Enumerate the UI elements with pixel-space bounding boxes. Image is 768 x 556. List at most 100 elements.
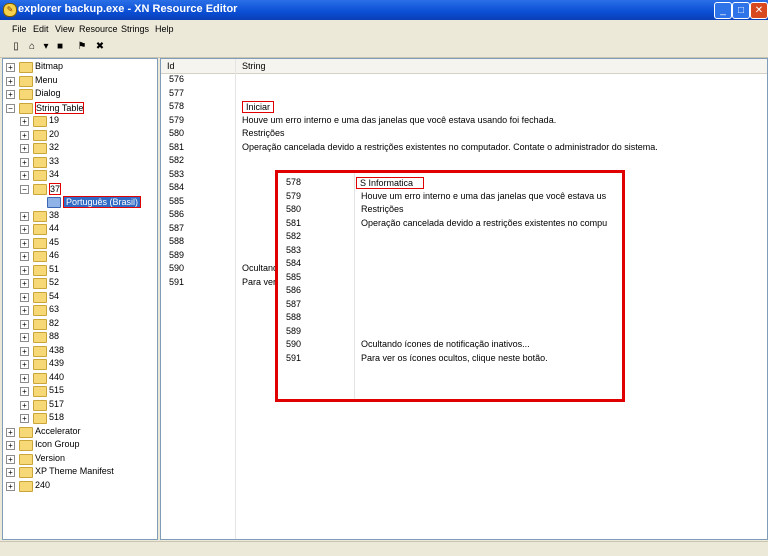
expand-icon[interactable]: + (20, 279, 29, 288)
expand-icon[interactable]: + (20, 130, 29, 140)
menu-help[interactable]: Help (155, 24, 174, 34)
tree-item-string-32[interactable]: +32 (3, 142, 153, 155)
collapse-icon[interactable]: − (6, 103, 15, 113)
expand-icon[interactable]: + (6, 481, 15, 491)
expand-icon[interactable]: + (20, 306, 29, 315)
list-row[interactable]: 578 Iniciar (161, 101, 761, 114)
expand-icon[interactable]: + (20, 292, 29, 302)
folder-icon (19, 467, 33, 478)
expand-icon[interactable]: + (20, 333, 29, 342)
tree-item-version[interactable]: + Version (3, 453, 153, 466)
add-resource-icon[interactable]: ⚑ (76, 41, 88, 53)
row-string: Restrições (242, 128, 285, 138)
tree-item-label: 52 (49, 277, 60, 287)
tree-item-string-518[interactable]: +518 (3, 412, 153, 425)
callout-row-id: 589 (286, 325, 302, 336)
tree-item-string-517[interactable]: +517 (3, 399, 153, 412)
row-id: 585 (169, 195, 185, 206)
list-row[interactable]: 576 (161, 74, 761, 87)
close-button[interactable]: ✕ (750, 2, 768, 19)
tree-item-string-44[interactable]: +44 (3, 223, 153, 236)
tree-item-string-45[interactable]: +45 (3, 237, 153, 250)
new-file-icon[interactable]: ▯ (10, 41, 22, 53)
tree-item-accelerator[interactable]: + Accelerator (3, 426, 153, 439)
tree-item-string-439[interactable]: +439 (3, 358, 153, 371)
expand-icon[interactable]: + (6, 76, 15, 86)
tree-item-string-table[interactable]: − String Table (3, 101, 153, 115)
collapse-icon[interactable]: − (20, 184, 29, 194)
expand-icon[interactable]: + (6, 454, 15, 464)
open-folder-icon[interactable]: ⌂ (26, 41, 38, 53)
tree-item-label: XP Theme Manifest (35, 466, 114, 476)
tree-item-string-54[interactable]: +54 (3, 291, 153, 304)
list-row[interactable]: 580 Restrições (161, 128, 761, 141)
expand-icon[interactable]: + (20, 387, 29, 396)
tree-item-dialog[interactable]: + Dialog (3, 88, 153, 101)
dropdown-arrow-icon[interactable]: ▾ (40, 41, 52, 53)
column-header-id[interactable]: Id (161, 59, 235, 74)
expand-icon[interactable]: + (20, 144, 29, 153)
maximize-button[interactable]: □ (732, 2, 750, 19)
column-header-string[interactable]: String (236, 59, 767, 74)
list-row[interactable]: 579 Houve um erro interno e uma das janel… (161, 115, 761, 128)
expand-icon[interactable]: + (20, 319, 29, 329)
expand-icon[interactable]: + (20, 265, 29, 275)
tree-item-label: 20 (49, 128, 60, 139)
tree-item-string-34[interactable]: +34 (3, 169, 153, 182)
resource-tree[interactable]: + Bitmap + Menu + Dialog − String Table +19 +20 +3… (2, 58, 158, 540)
tree-item-label: 438 (49, 344, 65, 355)
expand-icon[interactable]: + (20, 346, 29, 356)
callout-row-id: 590 (286, 339, 302, 349)
expand-icon[interactable]: + (20, 414, 29, 423)
list-row[interactable]: 577 (161, 88, 761, 101)
tree-item-string-33[interactable]: +33 (3, 156, 153, 169)
tree-item-language-selected[interactable]: Português (Brasil) (3, 196, 153, 209)
expand-icon[interactable]: + (20, 360, 29, 369)
menu-strings[interactable]: Strings (121, 24, 149, 34)
expand-icon[interactable]: + (6, 468, 15, 477)
folder-icon (19, 62, 33, 73)
tree-item-string-20[interactable]: +20 (3, 129, 153, 142)
expand-icon[interactable]: + (20, 400, 29, 410)
expand-icon[interactable]: + (6, 441, 15, 450)
menu-resource[interactable]: Resource (79, 24, 118, 34)
tree-item-string-38[interactable]: +38 (3, 210, 153, 223)
tree-item-string-19[interactable]: +19 (3, 115, 153, 128)
expand-icon[interactable]: + (6, 63, 15, 72)
folder-icon (33, 305, 47, 316)
delete-resource-icon[interactable]: ✖ (94, 41, 106, 53)
expand-icon[interactable]: + (20, 171, 29, 180)
minimize-button[interactable]: _ (714, 2, 732, 19)
expand-icon[interactable]: + (20, 117, 29, 126)
expand-icon[interactable]: + (20, 157, 29, 167)
tree-item-string-51[interactable]: +51 (3, 264, 153, 277)
expand-icon[interactable]: + (6, 427, 15, 437)
tree-item-menu[interactable]: + Menu (3, 75, 153, 88)
tree-item-icon-group[interactable]: + Icon Group (3, 439, 153, 452)
expand-icon[interactable]: + (20, 238, 29, 248)
expand-icon[interactable]: + (20, 252, 29, 261)
tree-item-string-37[interactable]: − 37 (3, 182, 153, 196)
expand-icon[interactable]: + (20, 225, 29, 234)
menu-view[interactable]: View (55, 24, 74, 34)
tree-item-string-63[interactable]: +63 (3, 304, 153, 317)
callout-row: 587 (278, 299, 608, 312)
tree-item-string-88[interactable]: +88 (3, 331, 153, 344)
list-row[interactable]: 582 (161, 155, 761, 168)
tree-item-string-515[interactable]: +515 (3, 385, 153, 398)
save-icon[interactable]: ■ (54, 41, 66, 53)
expand-icon[interactable]: + (20, 373, 29, 383)
tree-item-string-52[interactable]: +52 (3, 277, 153, 290)
tree-item-xp-theme-manifest[interactable]: + XP Theme Manifest (3, 466, 153, 479)
expand-icon[interactable]: + (20, 211, 29, 221)
tree-item-string-82[interactable]: +82 (3, 318, 153, 331)
tree-item-string-438[interactable]: +438 (3, 345, 153, 358)
tree-item-string-46[interactable]: +46 (3, 250, 153, 263)
menu-edit[interactable]: Edit (33, 24, 49, 34)
menu-file[interactable]: File (12, 24, 27, 34)
tree-item-bitmap[interactable]: + Bitmap (3, 61, 153, 74)
tree-item-string-440[interactable]: +440 (3, 372, 153, 385)
tree-item-240[interactable]: +240 (3, 480, 153, 493)
list-row[interactable]: 581 Operação cancelada devido a restriçõe… (161, 142, 761, 155)
expand-icon[interactable]: + (6, 90, 15, 99)
